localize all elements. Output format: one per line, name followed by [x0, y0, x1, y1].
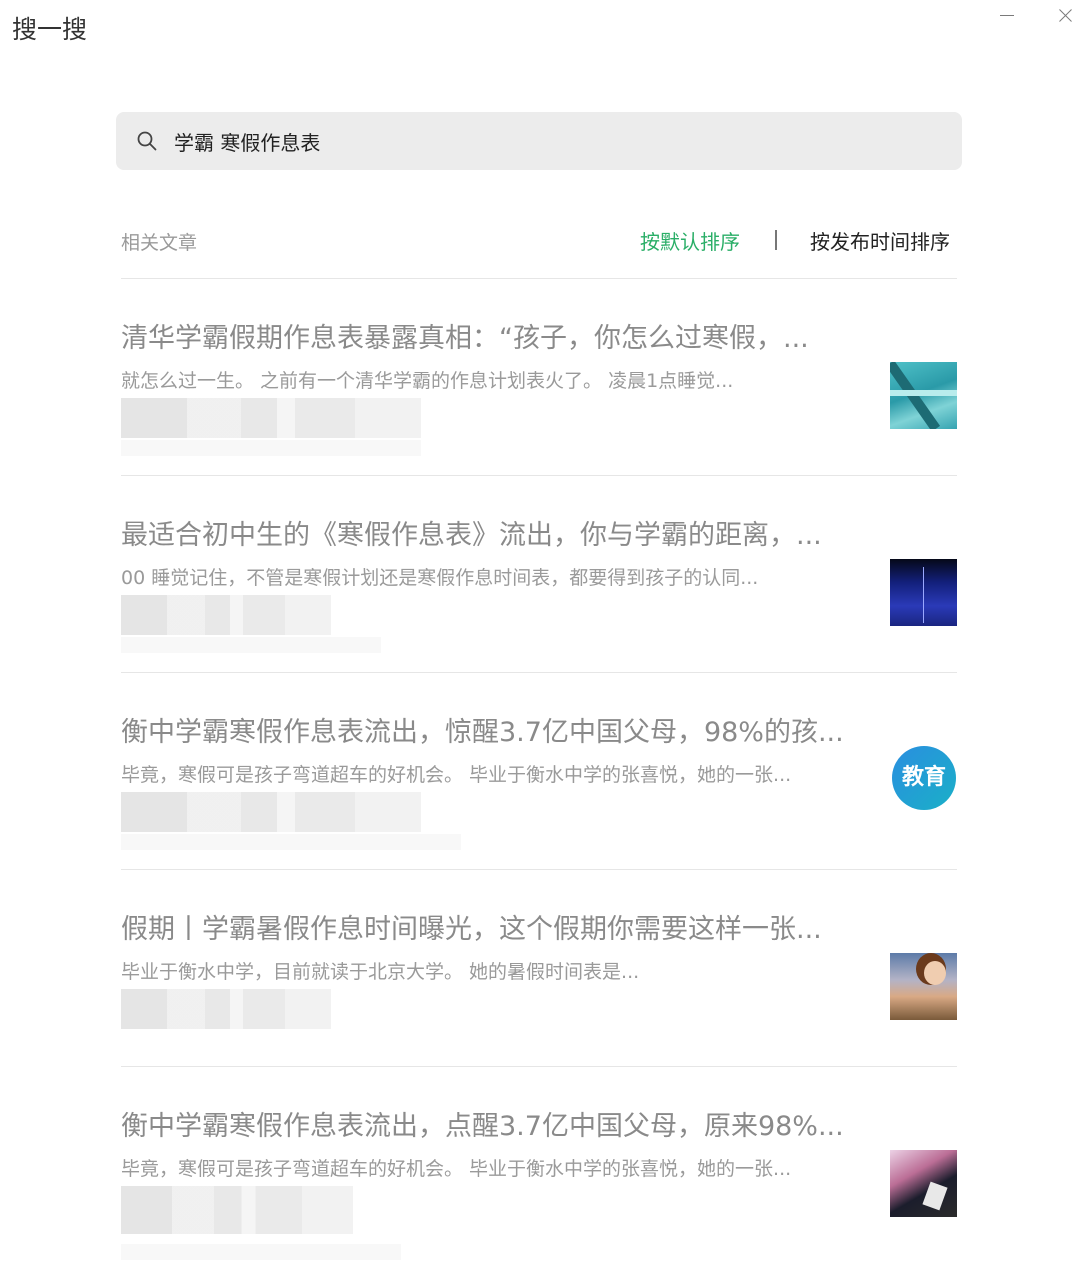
result-divider [121, 672, 957, 673]
sort-divider [775, 230, 777, 250]
result-snippet: 就怎么过一生。 之前有一个清华学霸的作息计划表火了。 凌晨1点睡觉... [121, 370, 734, 392]
result-divider [121, 1066, 957, 1067]
result-item[interactable]: 最适合初中生的《寒假作息表》流出，你与学霸的距离，... 00 睡觉记住，不管是… [121, 477, 957, 673]
result-snippet: 毕竟，寒假可是孩子弯道超车的好机会。 毕业于衡水中学的张喜悦，她的一张... [121, 1158, 792, 1180]
result-thumbnail[interactable] [890, 559, 957, 626]
result-thumbnail[interactable] [890, 953, 957, 1020]
window-title: 搜一搜 [12, 15, 88, 44]
result-title[interactable]: 假期丨学霸暑假作息时间曝光，这个假期你需要这样一张... [121, 907, 851, 946]
result-item[interactable]: 清华学霸假期作息表暴露真相：“孩子，你怎么过寒假，... 就怎么过一生。 之前有… [121, 280, 957, 476]
result-thumbnail[interactable] [890, 362, 957, 429]
close-button[interactable] [1049, 2, 1080, 30]
minimize-button[interactable] [990, 2, 1024, 30]
result-thumbnail[interactable] [890, 1150, 957, 1217]
section-label: 相关文章 [121, 232, 198, 254]
sort-default-button[interactable]: 按默认排序 [640, 226, 740, 255]
blurred-source [121, 1186, 353, 1234]
result-title[interactable]: 清华学霸假期作息表暴露真相：“孩子，你怎么过寒假，... [121, 316, 851, 355]
result-item[interactable]: 衡中学霸寒假作息表流出，惊醒3.7亿中国父母，98%的孩... 毕竟，寒假可是孩… [121, 674, 957, 870]
result-item[interactable]: 假期丨学霸暑假作息时间曝光，这个假期你需要这样一张... 毕业于衡水中学，目前就… [121, 871, 957, 1067]
header-divider [121, 278, 957, 279]
blurred-source [121, 792, 421, 832]
blurred-source [121, 989, 331, 1029]
sort-by-time-button[interactable]: 按发布时间排序 [810, 226, 950, 255]
blurred-meta [121, 440, 421, 456]
result-divider [121, 475, 957, 476]
result-title[interactable]: 最适合初中生的《寒假作息表》流出，你与学霸的距离，... [121, 513, 851, 552]
blurred-meta [121, 637, 381, 653]
result-title[interactable]: 衡中学霸寒假作息表流出，点醒3.7亿中国父母，原来98%... [121, 1104, 851, 1143]
search-box[interactable] [116, 112, 962, 170]
result-snippet: 毕业于衡水中学，目前就读于北京大学。 她的暑假时间表是... [121, 961, 640, 983]
results-header: 相关文章 按默认排序 按发布时间排序 [121, 218, 957, 260]
blurred-meta [121, 834, 461, 850]
result-snippet: 毕竟，寒假可是孩子弯道超车的好机会。 毕业于衡水中学的张喜悦，她的一张... [121, 764, 792, 786]
result-snippet: 00 睡觉记住，不管是寒假计划还是寒假作息时间表，都要得到孩子的认同... [121, 567, 759, 589]
result-item[interactable]: 衡中学霸寒假作息表流出，点醒3.7亿中国父母，原来98%... 毕竟，寒假可是孩… [121, 1068, 957, 1263]
education-badge-icon[interactable]: 教育 [892, 746, 956, 810]
blurred-source [121, 595, 331, 635]
search-icon [137, 131, 157, 151]
result-title[interactable]: 衡中学霸寒假作息表流出，惊醒3.7亿中国父母，98%的孩... [121, 710, 851, 749]
badge-label: 教育 [901, 765, 946, 790]
result-divider [121, 869, 957, 870]
blurred-source [121, 398, 421, 438]
title-bar: 搜一搜 [0, 0, 1080, 56]
blurred-meta [121, 1244, 401, 1260]
search-input[interactable] [174, 112, 934, 170]
